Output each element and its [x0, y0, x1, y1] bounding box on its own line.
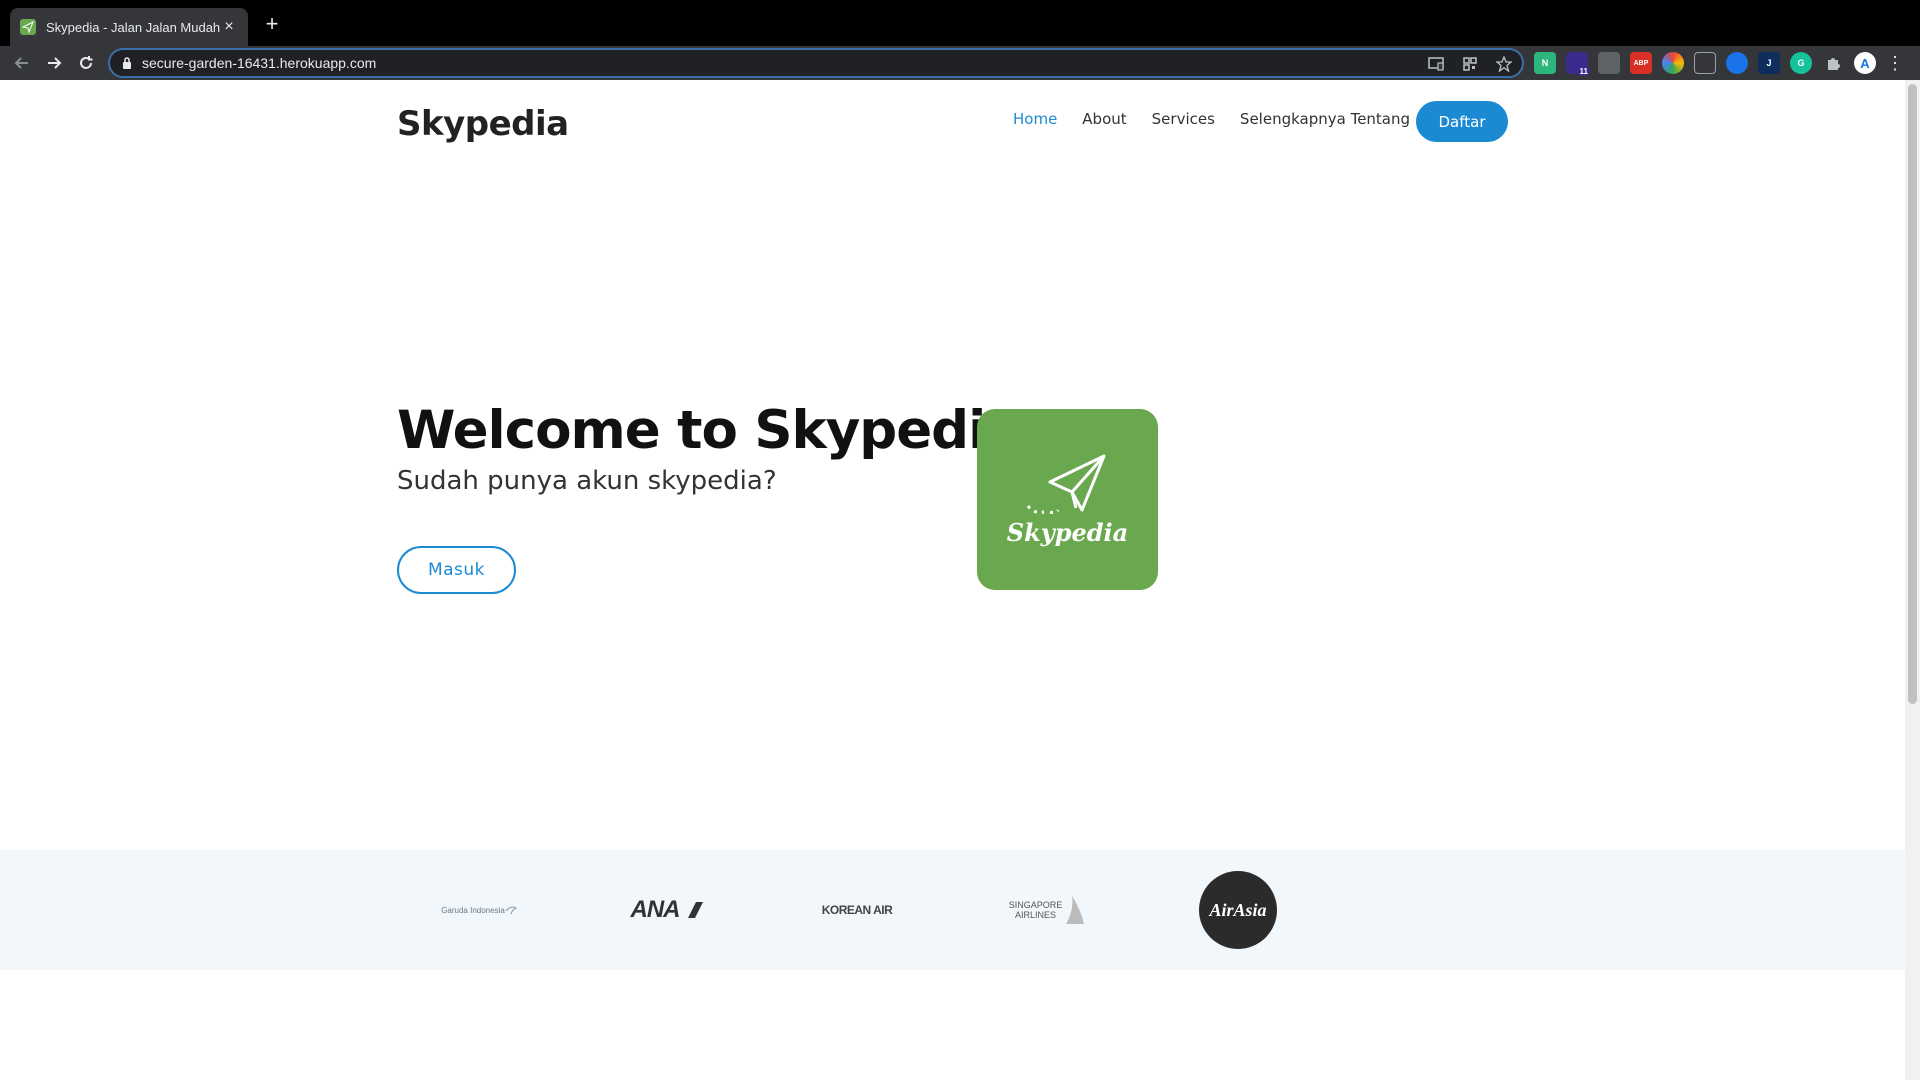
extensions-puzzle-icon[interactable] [1822, 52, 1844, 74]
notion-extension-icon[interactable]: N [1534, 52, 1556, 74]
main-navigation: Home About Services Selengkapnya Tentang [1013, 110, 1426, 128]
qr-code-icon[interactable] [1460, 54, 1480, 74]
browser-menu-icon[interactable]: ⋮ [1886, 54, 1904, 72]
logo-wordmark: Skypedia [1006, 518, 1129, 547]
address-bar[interactable]: secure-garden-16431.herokuapp.com [108, 48, 1524, 78]
garuda-indonesia-logo: Garuda Indonesia [437, 850, 521, 970]
bookmark-star-icon[interactable] [1494, 54, 1514, 74]
nav-services[interactable]: Services [1152, 110, 1215, 128]
garuda-logo-text: Garuda Indonesia [441, 905, 505, 915]
airasia-logo-circle: AirAsia [1199, 871, 1277, 949]
blue-extension-icon[interactable] [1726, 52, 1748, 74]
lock-icon [122, 57, 132, 69]
garuda-bird-icon [505, 906, 517, 915]
ana-logo: ANA [627, 850, 707, 970]
browser-toolbar: secure-garden-16431.herokuapp.com N 11 A… [0, 46, 1920, 80]
forward-icon[interactable] [42, 51, 66, 75]
page-scrollbar[interactable] [1905, 80, 1920, 1080]
extension-badge-icon[interactable]: 11 [1566, 52, 1590, 76]
nav-selengkapnya-label: Selengkapnya Tentang [1239, 110, 1411, 128]
hero-subtitle: Sudah punya akun skypedia? [397, 466, 777, 496]
nav-about[interactable]: About [1082, 110, 1126, 128]
extension-badge-count: 11 [1577, 67, 1590, 76]
browser-tab[interactable]: Skypedia - Jalan Jalan Mudah × [10, 8, 248, 46]
screenshot-extension-icon[interactable] [1694, 52, 1716, 74]
nav-home[interactable]: Home [1013, 110, 1057, 128]
browser-tabstrip: Skypedia - Jalan Jalan Mudah × + [0, 0, 1920, 46]
scrollbar-thumb[interactable] [1908, 84, 1917, 704]
ana-stripe-icon [687, 902, 703, 918]
login-button[interactable]: Masuk [397, 546, 516, 594]
close-tab-icon[interactable]: × [220, 18, 238, 36]
skypedia-app-logo: Skypedia [977, 409, 1158, 590]
hero-title: Welcome to Skypedia [397, 400, 1021, 461]
register-button[interactable]: Daftar [1416, 101, 1508, 142]
page-viewport: Skypedia Home About Services Selengkapny… [0, 80, 1905, 1080]
site-favicon-icon [20, 19, 36, 35]
singapore-logo-line2: AIRLINES [1014, 910, 1056, 920]
adblock-plus-icon[interactable]: ABP [1630, 52, 1652, 74]
ana-logo-text: ANA [630, 896, 681, 923]
singapore-airlines-logo: SINGAPORE AIRLINES [1005, 850, 1090, 970]
reload-icon[interactable] [74, 51, 98, 75]
grammarly-extension-icon[interactable]: G [1790, 52, 1812, 74]
partner-airlines-band: Garuda Indonesia ANA KOREAN AIR SINGAPOR… [0, 850, 1905, 970]
printer-extension-icon[interactable] [1598, 52, 1620, 74]
singapore-bird-icon [1066, 896, 1085, 924]
j-extension-icon[interactable]: J [1758, 52, 1780, 74]
tab-title: Skypedia - Jalan Jalan Mudah [46, 19, 220, 35]
airasia-logo: AirAsia [1199, 850, 1277, 970]
profile-avatar[interactable]: A [1854, 52, 1876, 74]
paper-plane-icon [1026, 454, 1105, 515]
new-tab-button[interactable]: + [260, 12, 284, 36]
site-brand-logo[interactable]: Skypedia [397, 104, 569, 144]
url-text: secure-garden-16431.herokuapp.com [142, 55, 377, 71]
color-picker-extension-icon[interactable] [1662, 52, 1684, 74]
korean-air-logo: KOREAN AIR [821, 903, 893, 917]
nav-selengkapnya-dropdown[interactable]: Selengkapnya Tentang [1240, 110, 1426, 128]
back-icon[interactable] [10, 51, 34, 75]
cast-icon[interactable] [1426, 54, 1446, 74]
singapore-logo-line1: SINGAPORE [1008, 900, 1063, 910]
extensions-bar: N 11 ABP J G A ⋮ [1534, 52, 1904, 76]
